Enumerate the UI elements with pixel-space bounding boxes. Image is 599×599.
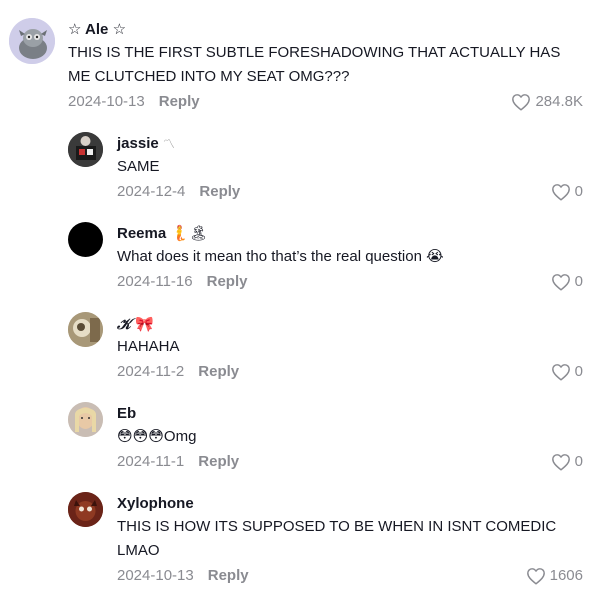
like-count: 284.8K — [535, 93, 583, 110]
crying-face-emoji: 😭 — [426, 248, 444, 265]
like-count: 0 — [574, 273, 583, 290]
comment-text: THIS IS HOW ITS SUPPOSED TO BE WHEN IN I… — [117, 518, 557, 559]
comment-date: 2024-11-16 — [117, 273, 193, 290]
reply-button[interactable]: Reply — [207, 273, 248, 291]
comment-text: THIS IS THE FIRST SUBTLE FORESHADOWING T… — [68, 44, 561, 85]
heart-outline-icon — [511, 93, 531, 111]
comment-text: HAHAHA — [117, 338, 180, 355]
avatar[interactable] — [68, 132, 103, 167]
like-button[interactable]: 1606 — [526, 567, 583, 585]
heart-outline-icon — [551, 363, 571, 381]
reply-button[interactable]: Reply — [198, 453, 239, 471]
avatar[interactable] — [68, 402, 103, 437]
username-text: jassie — [117, 135, 159, 152]
comment-date: 2024-12-4 — [117, 183, 186, 200]
like-count: 0 — [574, 183, 583, 200]
comment-meta: 2024-11-16 Reply — [117, 273, 247, 291]
like-count: 1606 — [549, 567, 583, 584]
comment-text: SAME — [117, 158, 160, 175]
reply-button[interactable]: Reply — [159, 93, 200, 111]
flushed-face-emoji: 😳😳😳 — [117, 428, 164, 445]
like-button[interactable]: 0 — [551, 183, 583, 201]
comment-meta: 2024-10-13 Reply — [68, 93, 200, 111]
avatar[interactable] — [68, 312, 103, 347]
username-emoji: 〽 — [162, 137, 175, 151]
like-button[interactable]: 0 — [551, 273, 583, 291]
like-count: 0 — [574, 453, 583, 470]
like-button[interactable]: 284.8K — [511, 93, 583, 111]
like-button[interactable]: 0 — [551, 453, 583, 471]
username-emoji: 🧜🏝 — [170, 225, 209, 242]
like-count: 0 — [574, 363, 583, 380]
comment-username[interactable]: Reema 🧜🏝 — [117, 225, 208, 243]
comment-username[interactable]: ☆ Ale ☆ — [68, 21, 126, 39]
comment-date: 2024-11-2 — [117, 363, 185, 380]
comment-text: 😳😳😳Omg — [117, 425, 196, 449]
comment-meta: 2024-10-13 Reply — [117, 567, 249, 585]
avatar[interactable] — [68, 492, 103, 527]
comment-meta: 2024-12-4 Reply — [117, 183, 240, 201]
comment-username[interactable]: 𝒦 🎀 — [117, 315, 154, 334]
like-button[interactable]: 0 — [551, 363, 583, 381]
avatar[interactable] — [9, 18, 55, 64]
comment-date: 2024-10-13 — [68, 93, 145, 110]
text-body: Omg — [163, 428, 197, 445]
heart-outline-icon — [551, 453, 571, 471]
comment-date: 2024-11-1 — [117, 453, 185, 470]
comment-username[interactable]: jassie 〽 — [117, 135, 175, 153]
heart-outline-icon — [526, 567, 546, 585]
comment-meta: 2024-11-1 Reply — [117, 453, 239, 471]
username-text: 𝒦 — [117, 315, 131, 333]
comment-meta: 2024-11-2 Reply — [117, 363, 239, 381]
avatar[interactable] — [68, 222, 103, 257]
username-emoji: 🎀 — [135, 316, 154, 333]
reply-button[interactable]: Reply — [199, 183, 240, 201]
comment-text: What does it mean tho that’s the real qu… — [117, 245, 444, 269]
heart-outline-icon — [551, 273, 571, 291]
comment-username[interactable]: Xylophone — [117, 495, 194, 513]
reply-button[interactable]: Reply — [208, 567, 249, 585]
comment-username[interactable]: Eb — [117, 405, 136, 423]
comment-date: 2024-10-13 — [117, 567, 194, 584]
heart-outline-icon — [551, 183, 571, 201]
reply-button[interactable]: Reply — [198, 363, 239, 381]
username-text: Reema — [117, 225, 167, 242]
text-body: What does it mean tho that’s the real qu… — [117, 248, 422, 265]
